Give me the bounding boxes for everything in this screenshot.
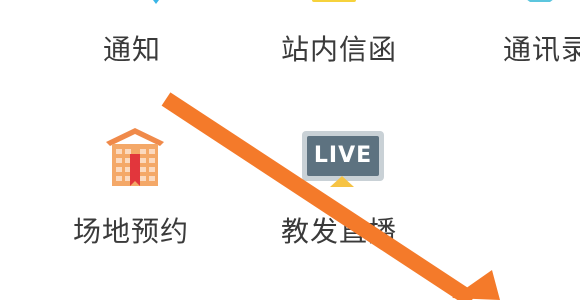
annotation-arrow-icon [161, 92, 500, 300]
